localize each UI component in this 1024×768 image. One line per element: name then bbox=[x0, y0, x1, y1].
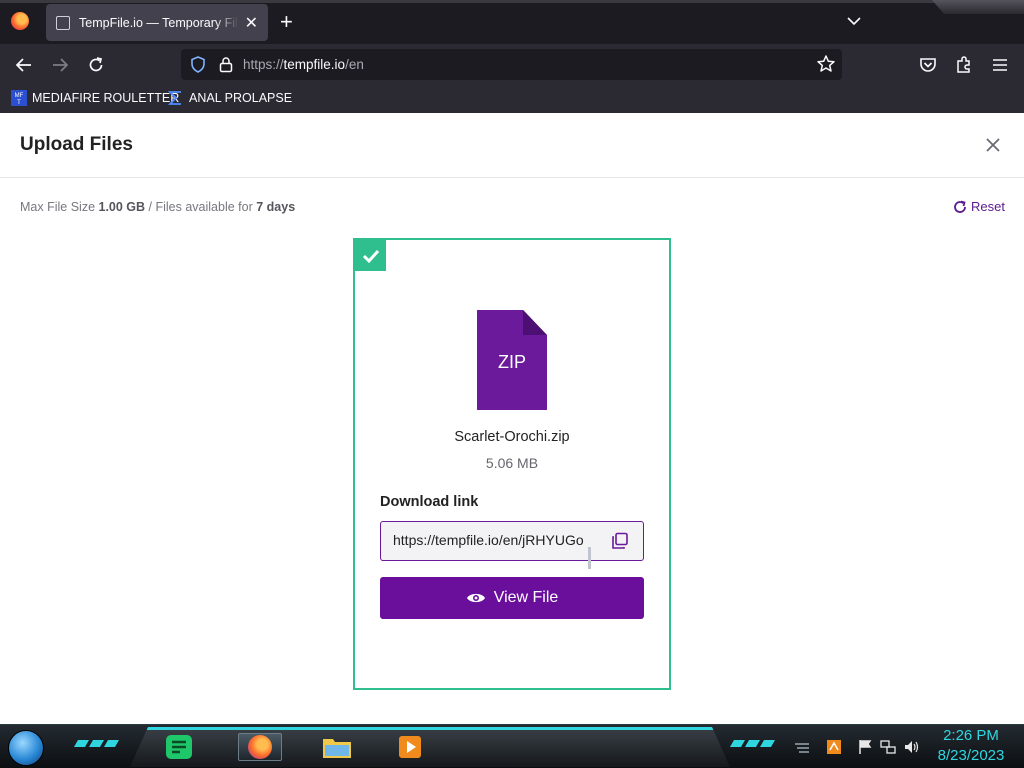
network-icon[interactable] bbox=[880, 740, 896, 754]
taskbar-decoration-left bbox=[73, 740, 120, 748]
reset-icon bbox=[954, 200, 966, 213]
clock-date: 8/23/2023 bbox=[937, 747, 1005, 764]
mediafire-icon: MF T bbox=[11, 90, 27, 106]
sigma-icon bbox=[168, 91, 181, 105]
view-file-label: View File bbox=[493, 589, 559, 606]
reset-label: Reset bbox=[971, 199, 1005, 214]
active-tab[interactable]: TempFile.io — Temporary File Upload ✕ bbox=[46, 4, 268, 41]
tray-app-icon[interactable] bbox=[826, 740, 842, 754]
taskbar-decoration-right bbox=[729, 740, 776, 748]
file-size: 5.06 MB bbox=[485, 455, 539, 471]
page-title: Upload Files bbox=[20, 134, 133, 155]
reset-button[interactable]: Reset bbox=[953, 199, 1005, 214]
tracking-protection-shield-icon[interactable] bbox=[190, 56, 206, 73]
close-icon[interactable] bbox=[983, 135, 1003, 155]
extensions-puzzle-icon[interactable] bbox=[953, 54, 975, 76]
firefox-menu-icon[interactable] bbox=[11, 12, 29, 30]
window-controls[interactable] bbox=[932, 0, 1024, 14]
clock-time: 2:26 PM bbox=[943, 727, 999, 744]
eye-icon bbox=[466, 593, 485, 603]
taskbar-app-area bbox=[130, 727, 730, 767]
max-file-size: 1.00 GB bbox=[98, 200, 146, 214]
lock-icon[interactable] bbox=[218, 56, 234, 73]
bookmark-label: MEDIAFIRE ROULETTER bbox=[32, 91, 180, 105]
volume-icon[interactable] bbox=[904, 740, 920, 754]
svg-text:T: T bbox=[17, 100, 21, 106]
back-arrow-icon[interactable] bbox=[13, 54, 35, 76]
modal-header: Upload Files bbox=[0, 113, 1024, 178]
upload-modal: Upload Files Max File Size 1.00 GB / Fil… bbox=[0, 113, 1024, 724]
taskbar-notes-app-icon[interactable] bbox=[164, 733, 194, 761]
bookmarks-toolbar: MF T MEDIAFIRE ROULETTER ANAL PROLAPSE bbox=[0, 85, 1024, 113]
copy-icon[interactable] bbox=[611, 532, 629, 550]
upload-limits-info: Max File Size 1.00 GB / Files available … bbox=[20, 200, 296, 214]
start-button[interactable] bbox=[8, 730, 44, 766]
file-name: Scarlet-Orochi.zip bbox=[454, 429, 570, 445]
checkmark-icon bbox=[362, 249, 379, 263]
tab-title: TempFile.io — Temporary File Upload bbox=[79, 15, 239, 30]
file-type-label: ZIP bbox=[497, 352, 526, 372]
bookmark-anal-prolapse[interactable]: ANAL PROLAPSE bbox=[168, 90, 292, 106]
svg-text:MF: MF bbox=[15, 93, 24, 99]
taskbar-accent-line bbox=[130, 727, 730, 730]
download-link-field[interactable] bbox=[380, 521, 644, 561]
tempfile-favicon-icon bbox=[56, 15, 70, 30]
hamburger-menu-icon[interactable] bbox=[989, 54, 1011, 76]
zip-file-icon: ZIP bbox=[477, 310, 547, 410]
view-file-button[interactable]: View File bbox=[380, 577, 644, 619]
show-hidden-icons-icon[interactable] bbox=[794, 740, 810, 754]
forward-arrow-icon[interactable] bbox=[49, 54, 71, 76]
navigation-toolbar: https://tempfile.io/en bbox=[0, 44, 1024, 85]
bookmark-label: ANAL PROLAPSE bbox=[189, 91, 293, 105]
taskbar bbox=[0, 724, 1024, 768]
availability-days: 7 days bbox=[256, 200, 296, 214]
window-top-edge bbox=[0, 0, 1024, 3]
url-text: https://tempfile.io/en bbox=[243, 57, 364, 72]
taskbar-clock[interactable]: 2:26 PM 8/23/2023 bbox=[932, 726, 1010, 766]
new-tab-plus-icon[interactable]: + bbox=[280, 11, 293, 33]
bookmark-star-icon[interactable] bbox=[816, 54, 836, 74]
browser-tab-bar: TempFile.io — Temporary File Upload ✕ + bbox=[0, 0, 1024, 44]
download-link-label: Download link bbox=[380, 494, 479, 510]
taskbar-file-explorer-icon[interactable] bbox=[319, 733, 355, 761]
reload-icon[interactable] bbox=[85, 54, 107, 76]
bookmark-mediafire-rouletter[interactable]: MF T MEDIAFIRE ROULETTER bbox=[11, 90, 179, 106]
action-center-flag-icon[interactable] bbox=[857, 740, 873, 754]
uploaded-file-card: ZIP Scarlet-Orochi.zip 5.06 MB Download … bbox=[353, 238, 671, 690]
list-all-tabs-chevron-icon[interactable] bbox=[846, 13, 862, 29]
address-bar[interactable]: https://tempfile.io/en bbox=[181, 49, 842, 80]
upload-success-badge bbox=[355, 240, 386, 271]
taskbar-firefox-icon[interactable] bbox=[238, 733, 282, 761]
pocket-icon[interactable] bbox=[917, 54, 939, 76]
tab-close-icon[interactable]: ✕ bbox=[245, 13, 258, 33]
download-link-input[interactable] bbox=[393, 532, 588, 548]
text-cursor bbox=[588, 547, 591, 569]
file-fold bbox=[523, 310, 547, 335]
taskbar-media-player-icon[interactable] bbox=[396, 733, 424, 761]
